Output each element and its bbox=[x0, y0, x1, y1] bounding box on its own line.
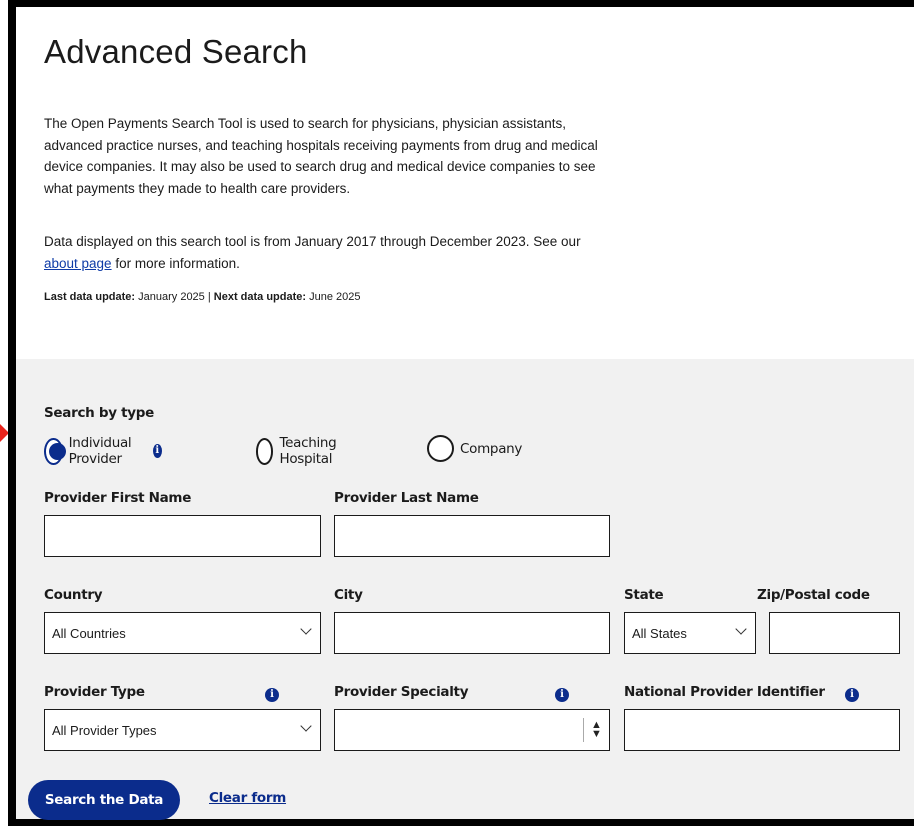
page-title: Advanced Search bbox=[44, 33, 308, 70]
country-select-value: All Countries bbox=[52, 625, 126, 641]
next-update-label: Next data update: bbox=[213, 291, 307, 303]
state-select[interactable]: All States bbox=[624, 612, 756, 654]
update-info: Last data update: January 2025 | Next da… bbox=[44, 291, 361, 303]
last-name-input[interactable] bbox=[334, 515, 610, 557]
intro-section: Advanced Search The Open Payments Search… bbox=[16, 7, 914, 359]
next-update-value: June 2025 bbox=[306, 291, 361, 303]
intro-paragraph: The Open Payments Search Tool is used to… bbox=[44, 116, 598, 196]
provider-specialty-select[interactable]: ▲ ▼ bbox=[334, 709, 610, 751]
state-select-value: All States bbox=[632, 625, 687, 641]
npi-label: National Provider Identifier bbox=[624, 684, 825, 700]
radio-label: Individual Provider bbox=[68, 435, 132, 467]
provider-specialty-info-icon[interactable]: i bbox=[555, 688, 569, 702]
zip-input[interactable] bbox=[769, 612, 900, 654]
radio-teaching-hospital[interactable]: Teaching Hospital bbox=[256, 435, 346, 467]
last-update-value: January 2025 | bbox=[135, 291, 214, 303]
npi-info-icon[interactable]: i bbox=[845, 688, 859, 702]
radio-unselected-icon bbox=[427, 435, 454, 462]
country-label: Country bbox=[44, 587, 103, 603]
last-update-label: Last data update: bbox=[44, 291, 136, 303]
provider-specialty-label: Provider Specialty bbox=[334, 684, 469, 700]
provider-type-label: Provider Type bbox=[44, 684, 145, 700]
first-name-input[interactable] bbox=[44, 515, 321, 557]
city-label: City bbox=[334, 587, 363, 603]
search-by-type-label: Search by type bbox=[44, 405, 154, 421]
data-range-paragraph: Data displayed on this search tool is fr… bbox=[44, 231, 604, 274]
radio-label: Company bbox=[460, 440, 523, 457]
radio-company[interactable]: Company bbox=[427, 435, 522, 462]
radio-unselected-icon bbox=[256, 437, 274, 465]
last-name-label: Provider Last Name bbox=[334, 490, 479, 506]
data-range-text: Data displayed on this search tool is fr… bbox=[44, 234, 581, 249]
city-input[interactable] bbox=[334, 612, 610, 654]
search-button[interactable]: Search the Data bbox=[28, 780, 180, 820]
state-label: State bbox=[624, 587, 664, 603]
first-name-label: Provider First Name bbox=[44, 490, 192, 506]
about-page-link[interactable]: about page bbox=[44, 256, 112, 271]
zip-label: Zip/Postal code bbox=[757, 587, 870, 603]
radio-label: Teaching Hospital bbox=[279, 435, 337, 467]
data-range-tail: for more information. bbox=[111, 255, 240, 271]
radio-individual-provider[interactable]: Individual Provider i bbox=[44, 435, 162, 467]
up-down-arrows-icon: ▲ ▼ bbox=[583, 718, 609, 742]
provider-type-info-icon[interactable]: i bbox=[265, 688, 279, 702]
chevron-down-icon bbox=[735, 623, 747, 635]
clear-form-link[interactable]: Clear form bbox=[209, 790, 286, 806]
radio-selected-icon bbox=[44, 437, 66, 465]
provider-type-select[interactable]: All Provider Types bbox=[44, 709, 321, 751]
npi-input[interactable] bbox=[624, 709, 900, 751]
info-icon[interactable]: i bbox=[152, 444, 162, 458]
country-select[interactable]: All Countries bbox=[44, 612, 321, 654]
chevron-down-icon bbox=[300, 720, 312, 732]
provider-type-select-value: All Provider Types bbox=[52, 722, 157, 738]
chevron-down-icon bbox=[300, 623, 312, 635]
